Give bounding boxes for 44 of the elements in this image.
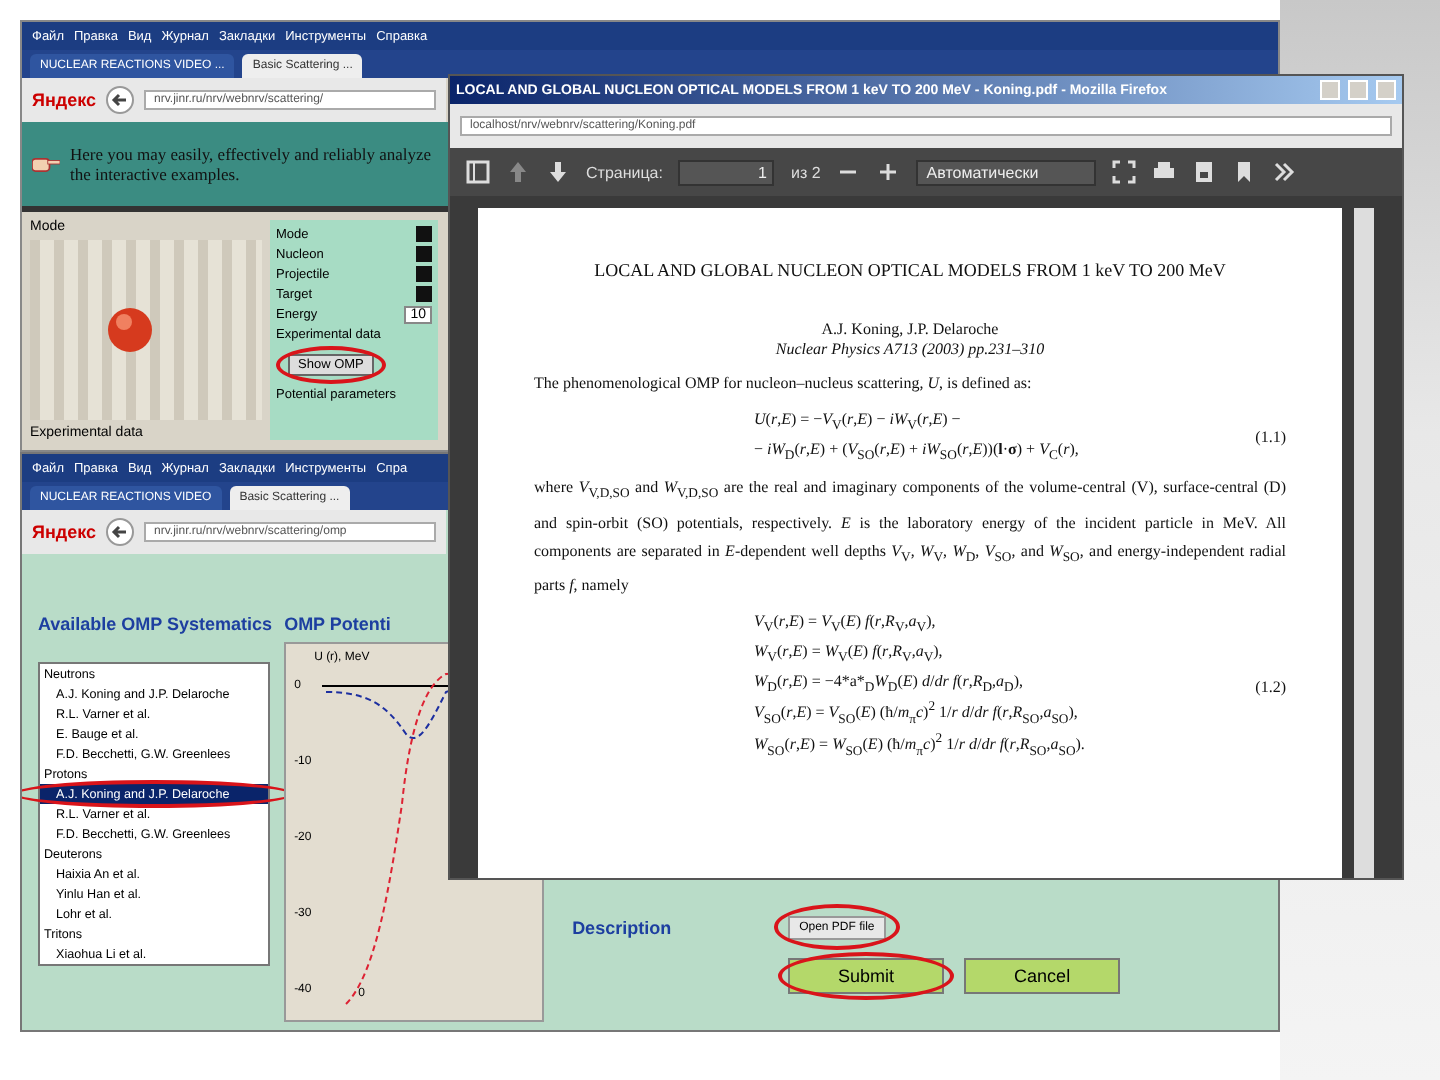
equation-line: W$_{D}$(r,E) = −4*a*$_{D}$W$_{D}$(E) d/dr f(r,R$_{D}$,a$_{D}$), [754, 671, 1026, 695]
save-icon[interactable] [1192, 160, 1217, 184]
pointing-hand-icon [32, 154, 60, 174]
search-logo: Яндекс [32, 522, 97, 542]
arrow-down-icon[interactable] [546, 160, 570, 184]
description-label: Description [572, 917, 672, 937]
print-icon[interactable] [1152, 160, 1177, 184]
page-number-field[interactable]: 1 [678, 159, 775, 185]
highlight-ellipse [276, 346, 386, 384]
section-title: Available OMP Systematics [38, 614, 273, 634]
page-label: Страница: [586, 163, 663, 181]
page-count: из 2 [790, 163, 821, 181]
zoom-dropdown[interactable]: Автоматически [916, 159, 1097, 185]
document-title: LOCAL AND GLOBAL NUCLEON OPTICAL MODELS FROM 1 keV TO 200 MeV [592, 260, 1228, 280]
color-swatch[interactable] [416, 286, 432, 302]
equation-line: U(r,E) = −V$_{V}$(r,E) − iW$_{V}$(r,E) − [754, 410, 963, 434]
equation-line: W$_{SO}$(r,E) = W$_{SO}$(E) (ħ/m$_{π}$c)$^{2}$ 1/r d/dr f(r,R$_{SO}$,a$_{SO}$). [754, 732, 1087, 760]
fullscreen-icon[interactable] [1112, 160, 1137, 184]
back-icon[interactable] [106, 518, 135, 546]
sidebar-icon[interactable] [466, 160, 490, 184]
equation-line: W$_{V}$(r,E) = W$_{V}$(E) f(r,R$_{V}$,a$_{V}$), [754, 641, 945, 666]
search-logo: Яндекс [32, 90, 97, 110]
double-chevron-icon[interactable] [1272, 160, 1297, 184]
banner-text: Here you may easily, effectively and reliably analyze the interactive examples. [70, 144, 434, 184]
paragraph-text: The phenomenological OMP for nucleon–nucleus scattering, U, is defined as: [534, 372, 1034, 396]
equation-number: (1.1) [1255, 427, 1286, 446]
equation-line: − iW$_{D}$(r,E) + (V$_{SO}$(r,E) + iW$_{SO}$(r,E))(l·σ) + V$_{C}$(r), [754, 439, 1081, 463]
equation-number: (1.2) [1255, 677, 1286, 696]
document-authors: A.J. Koning, J.P. Delaroche [819, 320, 1001, 338]
systematics-listbox[interactable] [38, 662, 270, 966]
arrow-up-icon[interactable] [506, 160, 530, 184]
section-title: OMP Potenti [284, 614, 393, 634]
color-swatch[interactable] [416, 266, 432, 282]
equation-line: V$_{SO}$(r,E) = V$_{SO}$(E) (ħ/m$_{π}$c)$^{2}$ 1/r d/dr f(r,R$_{SO}$,a$_{SO}$), [754, 700, 1080, 727]
zoom-in-icon[interactable] [876, 160, 901, 184]
color-swatch[interactable] [416, 246, 432, 262]
equation-line: V$_{V}$(r,E) = V$_{V}$(E) f(r,R$_{V}$,a$_{V}$), [754, 612, 938, 636]
highlight-ellipse [773, 904, 901, 950]
color-swatch[interactable] [416, 226, 432, 242]
submit-button[interactable]: Submit [788, 958, 945, 994]
cancel-button[interactable]: Cancel [964, 958, 1121, 994]
document-citation: Nuclear Physics A713 (2003) pp.231–310 [773, 340, 1047, 358]
back-icon[interactable] [106, 86, 135, 114]
scrollbar[interactable] [1354, 208, 1374, 878]
